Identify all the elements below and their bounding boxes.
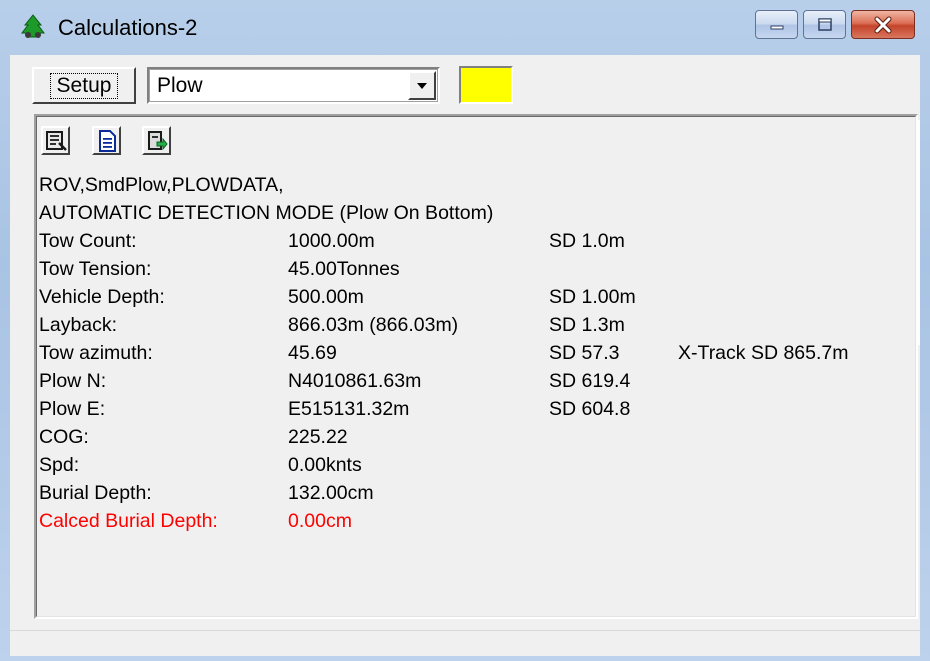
row-label: Tow Tension: bbox=[39, 258, 152, 280]
vehicle-select-value: Plow bbox=[157, 74, 203, 97]
setup-button-label: Setup bbox=[49, 72, 119, 99]
app-plow-icon bbox=[19, 13, 47, 41]
document-icon bbox=[99, 130, 116, 152]
report-button[interactable] bbox=[41, 126, 70, 155]
row-value: 225.22 bbox=[288, 426, 348, 448]
row-sd: SD 619.4 bbox=[549, 370, 631, 392]
panel-edge-highlight bbox=[917, 120, 920, 345]
document-button[interactable] bbox=[92, 126, 121, 155]
row-label: Tow azimuth: bbox=[39, 342, 153, 364]
color-swatch[interactable] bbox=[459, 66, 513, 104]
minimize-icon bbox=[756, 11, 797, 38]
title-bar[interactable]: Calculations-2 bbox=[0, 0, 930, 55]
export-button[interactable] bbox=[142, 126, 171, 155]
chevron-down-icon bbox=[417, 82, 427, 89]
row-sd: SD 1.3m bbox=[549, 314, 625, 336]
row-value: 0.00knts bbox=[288, 454, 362, 476]
row-value: 132.00cm bbox=[288, 482, 374, 504]
close-button[interactable] bbox=[851, 10, 915, 39]
top-toolbar: Setup Plow bbox=[10, 55, 920, 115]
row-sd: SD 1.00m bbox=[549, 286, 636, 308]
row-value: N4010861.63m bbox=[288, 370, 422, 392]
maximize-icon bbox=[804, 11, 845, 38]
close-icon bbox=[852, 11, 914, 38]
row-label: Tow Count: bbox=[39, 230, 137, 252]
status-bar bbox=[10, 630, 920, 656]
source-line: ROV,SmdPlow,PLOWDATA, bbox=[39, 174, 284, 196]
row-value: 500.00m bbox=[288, 286, 364, 308]
window-title: Calculations-2 bbox=[58, 15, 198, 40]
row-label: Burial Depth: bbox=[39, 482, 152, 504]
mode-line: AUTOMATIC DETECTION MODE (Plow On Bottom… bbox=[39, 202, 494, 224]
row-sd: SD 57.3 bbox=[549, 342, 620, 364]
row-sd: SD 604.8 bbox=[549, 398, 631, 420]
row-value: 866.03m (866.03m) bbox=[288, 314, 459, 336]
calced-burial-label: Calced Burial Depth: bbox=[39, 510, 218, 532]
row-label: Plow E: bbox=[39, 398, 106, 420]
row-value: 1000.00m bbox=[288, 230, 375, 252]
minimize-button[interactable] bbox=[755, 10, 798, 39]
setup-button[interactable]: Setup bbox=[32, 67, 136, 104]
dropdown-arrow-button[interactable] bbox=[408, 71, 436, 100]
calced-burial-value: 0.00cm bbox=[288, 510, 352, 532]
row-label: Plow N: bbox=[39, 370, 107, 392]
row-value: E515131.32m bbox=[288, 398, 410, 420]
row-label: Vehicle Depth: bbox=[39, 286, 165, 308]
row-extra: X-Track SD 865.7m bbox=[678, 342, 849, 364]
row-label: Spd: bbox=[39, 454, 80, 476]
report-icon bbox=[46, 131, 67, 151]
row-value: 45.00Tonnes bbox=[288, 258, 400, 280]
row-value: 45.69 bbox=[288, 342, 337, 364]
export-icon bbox=[148, 131, 168, 151]
maximize-button[interactable] bbox=[803, 10, 846, 39]
row-sd: SD 1.0m bbox=[549, 230, 625, 252]
row-label: COG: bbox=[39, 426, 89, 448]
row-label: Layback: bbox=[39, 314, 118, 336]
vehicle-select[interactable]: Plow bbox=[147, 67, 440, 104]
